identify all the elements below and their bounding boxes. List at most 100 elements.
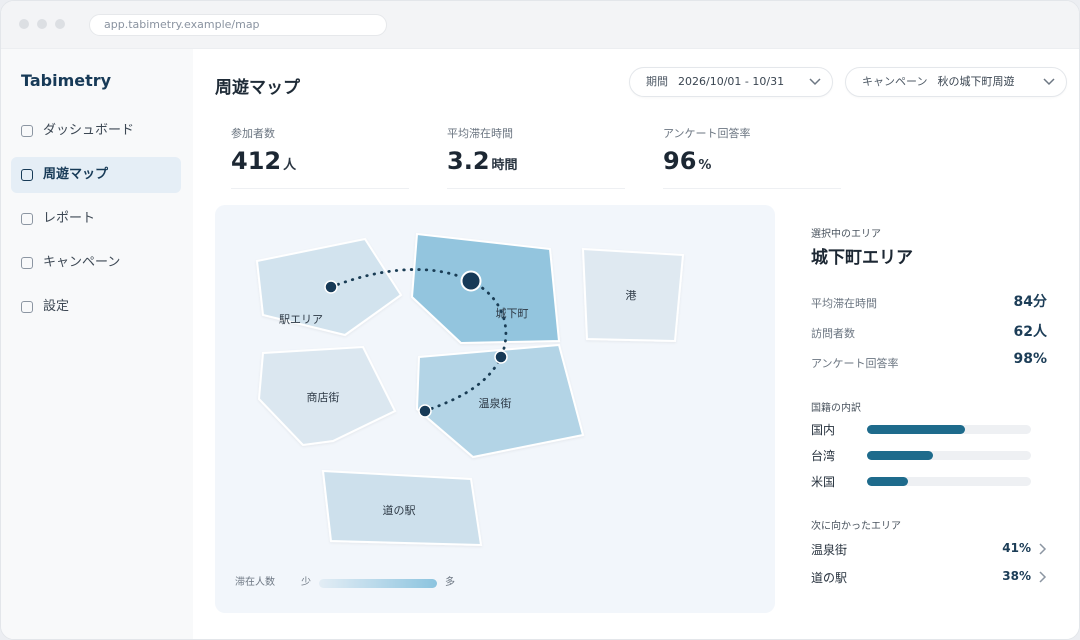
metric-label: アンケート回答率	[811, 357, 899, 370]
next-area-label: 温泉街	[811, 543, 848, 557]
bar-fill	[867, 477, 908, 486]
stat-label: アンケート回答率	[663, 127, 751, 140]
sidebar-item-label: ダッシュボード	[43, 123, 135, 138]
area-label-roadside-station: 道の駅	[383, 503, 416, 517]
window-maximize-dot[interactable]	[55, 19, 65, 29]
next-area-roadside-station[interactable]: 道の駅 38%	[811, 567, 1047, 589]
stat-participants: 参加者数 412 人	[231, 125, 409, 189]
page-title: 周遊マップ	[215, 78, 300, 98]
stat-label: 参加者数	[231, 127, 275, 140]
bar-track	[867, 477, 1031, 486]
heat-map: 駅エリア 城下町 港 商店街 温泉街 道の駅	[255, 232, 685, 547]
bar-track	[867, 425, 1031, 434]
area-label-castle-town: 城下町	[496, 307, 529, 320]
stat-value: 96	[663, 147, 697, 175]
metric-value: 62人	[1013, 324, 1047, 340]
browser-titlebar: app.tabimetry.example/map	[1, 1, 1079, 49]
legend-high: 多	[445, 577, 455, 588]
window-minimize-dot[interactable]	[37, 19, 47, 29]
chevron-right-icon	[1039, 543, 1047, 555]
legend-gradient	[319, 579, 437, 588]
next-areas-heading: 次に向かったエリア	[811, 521, 901, 532]
route-point-castle-town[interactable]	[460, 270, 482, 292]
metric-avg-stay: 平均滞在時間 84分	[811, 291, 1047, 313]
legend-title: 滞在人数	[235, 577, 275, 588]
address-bar[interactable]: app.tabimetry.example/map	[89, 14, 387, 36]
metric-value: 84分	[1013, 294, 1047, 310]
next-area-pct: 41%	[1002, 541, 1031, 555]
panel-heading: 選択中のエリア	[811, 229, 881, 240]
stat-value-line: 3.2 時間	[447, 147, 625, 175]
bar-fill	[867, 451, 933, 460]
area-label-onsen: 温泉街	[479, 396, 512, 410]
area-label-port: 港	[626, 289, 637, 302]
route-point-onsen[interactable]	[418, 404, 432, 418]
area-castle-town[interactable]	[410, 232, 561, 345]
chevron-right-icon	[1039, 571, 1047, 583]
stat-unit: 時間	[491, 158, 518, 173]
checkbox-icon	[21, 257, 33, 269]
nationality-row-taiwan: 台湾	[811, 445, 1033, 463]
sidebar: Tabimetry ダッシュボード 周遊マップ レポート キャンペーン 設定	[1, 49, 193, 639]
stat-unit: %	[698, 158, 712, 173]
bar-label: 台湾	[811, 449, 836, 463]
stat-label: 平均滞在時間	[447, 127, 513, 140]
map-legend: 滞在人数 少 多	[235, 575, 455, 591]
checkbox-icon	[21, 125, 33, 137]
stat-unit: 人	[283, 158, 297, 173]
bar-fill	[867, 425, 966, 434]
next-area-onsen[interactable]: 温泉街 41%	[811, 539, 1047, 561]
campaign-label: キャンペーン	[862, 75, 928, 88]
area-label-station: 駅エリア	[279, 313, 323, 326]
period-label: 期間	[646, 75, 668, 88]
period-value: 2026/10/01 - 10/31	[678, 75, 785, 88]
window-close-dot[interactable]	[19, 19, 29, 29]
area-detail-panel: 選択中のエリア 城下町エリア 平均滞在時間 84分 訪問者数 62人 アンケート…	[811, 205, 1051, 625]
nationality-heading: 国籍の内訳	[811, 403, 861, 414]
checkbox-icon	[21, 213, 33, 225]
sidebar-item-dashboard[interactable]: ダッシュボード	[11, 113, 181, 149]
app-window: app.tabimetry.example/map Tabimetry ダッシュ…	[0, 0, 1080, 640]
chevron-down-icon	[1043, 78, 1055, 86]
metric-survey-rate: アンケート回答率 98%	[811, 351, 1047, 373]
metric-label: 平均滞在時間	[811, 297, 877, 310]
stat-survey-rate: アンケート回答率 96%	[663, 125, 841, 189]
selected-area-name: 城下町エリア	[811, 248, 913, 268]
nationality-row-domestic: 国内	[811, 419, 1033, 437]
sidebar-item-campaign[interactable]: キャンペーン	[11, 245, 181, 281]
area-label-shopping-street: 商店街	[307, 390, 340, 404]
stat-value-line: 96%	[663, 147, 841, 175]
next-area-label: 道の駅	[811, 571, 848, 585]
brand-logo[interactable]: Tabimetry	[21, 71, 111, 90]
legend-low: 少	[301, 577, 311, 588]
sidebar-item-label: 周遊マップ	[43, 167, 109, 182]
metric-value: 98%	[1013, 351, 1047, 367]
sidebar-item-label: キャンペーン	[43, 255, 121, 270]
metric-visitors: 訪問者数 62人	[811, 321, 1047, 343]
bar-label: 米国	[811, 475, 836, 489]
next-area-pct: 38%	[1002, 569, 1031, 583]
sidebar-item-settings[interactable]: 設定	[11, 289, 181, 325]
checkbox-icon	[21, 169, 33, 181]
main-content: 周遊マップ 期間 2026/10/01 - 10/31 キャンペーン 秋の城下町周遊…	[193, 49, 1079, 639]
nationality-row-usa: 米国	[811, 471, 1033, 489]
campaign-value: 秋の城下町周遊	[937, 75, 1015, 88]
checkbox-icon	[21, 301, 33, 313]
map-card: 駅エリア 城下町 港 商店街 温泉街 道の駅 滞在人数 少 多	[215, 205, 775, 613]
route-point-mid[interactable]	[494, 350, 508, 364]
bar-label: 国内	[811, 423, 836, 437]
campaign-select[interactable]: キャンペーン 秋の城下町周遊	[845, 67, 1067, 97]
stat-value: 3.2	[447, 147, 490, 175]
stat-value-line: 412 人	[231, 147, 409, 175]
sidebar-item-label: レポート	[43, 211, 96, 226]
sidebar-item-map[interactable]: 周遊マップ	[11, 157, 181, 193]
route-point-station[interactable]	[324, 280, 338, 294]
chevron-down-icon	[809, 78, 821, 86]
stat-avg-stay: 平均滞在時間 3.2 時間	[447, 125, 625, 189]
sidebar-item-label: 設定	[43, 299, 70, 314]
sidebar-item-report[interactable]: レポート	[11, 201, 181, 237]
metric-label: 訪問者数	[811, 327, 855, 340]
bar-track	[867, 451, 1031, 460]
period-select[interactable]: 期間 2026/10/01 - 10/31	[629, 67, 833, 97]
stat-value: 412	[231, 147, 282, 175]
